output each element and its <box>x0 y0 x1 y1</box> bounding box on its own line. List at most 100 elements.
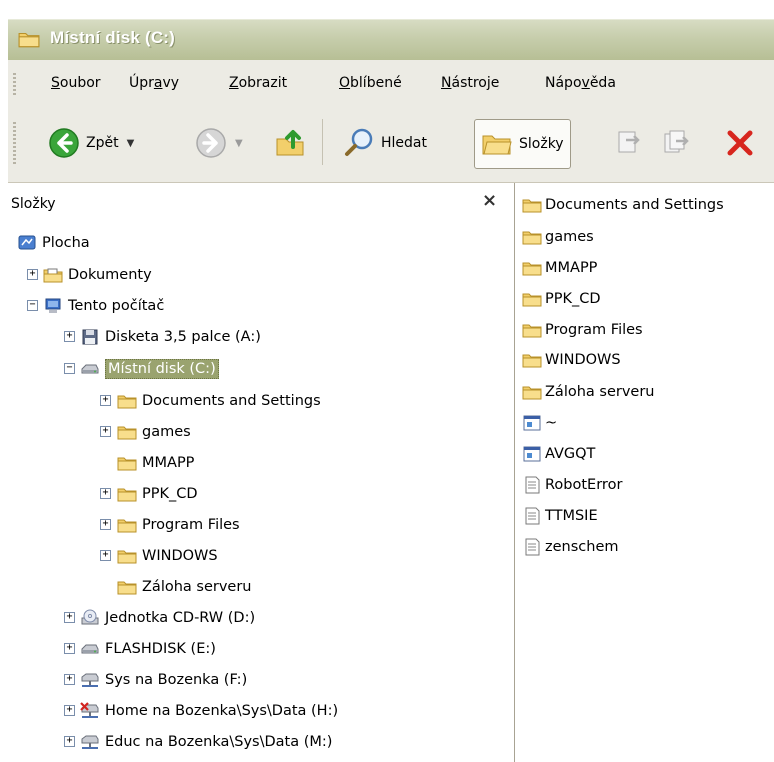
expand-plus-icon[interactable]: + <box>27 269 38 280</box>
menu-view[interactable]: Zobrazit <box>229 75 287 91</box>
menu-favorites[interactable]: Oblíbené <box>339 75 402 91</box>
tree-item-my-computer[interactable]: Tento počítač <box>43 294 164 318</box>
toolbar-grip <box>13 122 16 164</box>
folders-button[interactable]: Složky <box>474 119 571 169</box>
window-title: Místní disk (C:) <box>50 28 176 47</box>
tree-item-label: FLASHDISK (E:) <box>105 641 216 657</box>
computer-icon <box>43 297 63 315</box>
collapse-minus-icon[interactable]: − <box>27 300 38 311</box>
search-button[interactable]: Hledat <box>343 119 427 167</box>
expand-plus-icon[interactable]: + <box>64 705 75 716</box>
tree-item-label: Educ na Bozenka\Sys\Data (M:) <box>105 734 333 750</box>
up-folder-icon <box>276 130 304 156</box>
tree-item-network-drive[interactable]: Sys na Bozenka (F:) <box>80 668 247 692</box>
back-arrow-icon <box>49 128 79 158</box>
tree-item-label: Home na Bozenka\Sys\Data (H:) <box>105 703 339 719</box>
copy-to-icon <box>664 130 689 153</box>
network-drive-icon <box>80 671 100 689</box>
list-item-label: RobotError <box>545 477 623 493</box>
menu-edit[interactable]: Úpravy <box>129 75 179 91</box>
list-item[interactable]: RobotError <box>522 474 622 496</box>
collapse-minus-icon[interactable]: − <box>64 363 75 374</box>
tree-item-folder[interactable]: Documents and Settings <box>117 389 321 413</box>
list-item[interactable]: Program Files <box>522 319 643 341</box>
tree-item-cd-drive[interactable]: Jednotka CD-RW (D:) <box>80 606 255 630</box>
menu-tools[interactable]: Nástroje <box>441 75 499 91</box>
program-file-icon <box>522 414 542 432</box>
expand-plus-icon[interactable]: + <box>64 331 75 342</box>
expand-plus-icon[interactable]: + <box>64 674 75 685</box>
close-icon[interactable]: × <box>482 190 497 211</box>
delete-button[interactable] <box>724 119 756 167</box>
forward-history-dropdown-icon[interactable]: ▼ <box>235 138 243 149</box>
hard-drive-icon <box>80 360 100 378</box>
copy-to-button[interactable] <box>660 119 692 167</box>
tree-item-folder[interactable]: Záloha serveru <box>117 575 252 599</box>
tree-item-label: Program Files <box>142 517 240 533</box>
expand-plus-icon[interactable]: + <box>100 426 111 437</box>
expand-plus-icon[interactable]: + <box>100 519 111 530</box>
expand-plus-icon[interactable]: + <box>64 612 75 623</box>
list-item[interactable]: TTMSIE <box>522 505 598 527</box>
tree-item-network-drive[interactable]: Educ na Bozenka\Sys\Data (M:) <box>80 730 332 754</box>
folder-icon <box>522 290 542 308</box>
tree-item-folder[interactable]: PPK_CD <box>117 482 198 506</box>
tree-item-label: Záloha serveru <box>142 579 252 595</box>
folder-icon <box>117 516 137 534</box>
folders-icon <box>482 135 512 155</box>
tree-item-local-disk-c[interactable]: Místní disk (C:) <box>80 357 219 381</box>
folder-icon <box>522 228 542 246</box>
list-item[interactable]: Documents and Settings <box>522 194 724 216</box>
list-item-label: MMAPP <box>545 260 598 276</box>
tree-item-folder[interactable]: games <box>117 420 191 444</box>
list-item[interactable]: PPK_CD <box>522 288 601 310</box>
expand-plus-icon[interactable]: + <box>64 736 75 747</box>
forward-arrow-icon <box>196 128 226 158</box>
tree-item-floppy-a[interactable]: Disketa 3,5 palce (A:) <box>80 325 261 349</box>
folders-pane-header: Složky × <box>8 183 514 223</box>
search-label: Hledat <box>381 135 427 151</box>
tree-item-desktop[interactable]: Plocha <box>17 231 90 255</box>
list-item[interactable]: games <box>522 226 594 248</box>
list-item[interactable]: AVGQT <box>522 443 595 465</box>
back-history-dropdown-icon[interactable]: ▼ <box>127 138 135 149</box>
list-item-label: Záloha serveru <box>545 384 655 400</box>
file-list-pane: Documents and Settings games MMAPP PPK_C… <box>515 183 774 762</box>
tree-item-label: Tento počítač <box>68 298 165 314</box>
list-item-label: ~ <box>545 415 558 431</box>
tree-item-label: MMAPP <box>142 455 195 471</box>
tree-item-folder[interactable]: WINDOWS <box>117 544 218 568</box>
list-item[interactable]: Záloha serveru <box>522 381 655 403</box>
title-bar[interactable]: Místní disk (C:) <box>0 0 774 61</box>
tree-item-folder[interactable]: Program Files <box>117 513 240 537</box>
back-button[interactable]: Zpět ▼ <box>48 119 134 167</box>
menu-file[interactable]: Soubor <box>51 75 101 91</box>
network-drive-icon <box>80 733 100 751</box>
folder-icon <box>117 547 137 565</box>
menu-help[interactable]: Nápověda <box>545 75 616 91</box>
tree-item-folder[interactable]: MMAPP <box>117 451 194 475</box>
drive-icon <box>18 29 40 49</box>
forward-button[interactable]: ▼ <box>195 119 243 167</box>
expand-plus-icon[interactable]: + <box>100 550 111 561</box>
tree-item-network-drive-disconnected[interactable]: Home na Bozenka\Sys\Data (H:) <box>80 699 338 723</box>
list-item[interactable]: WINDOWS <box>522 349 621 371</box>
list-item-label: WINDOWS <box>545 352 621 368</box>
tree-item-documents[interactable]: Dokumenty <box>43 263 152 287</box>
expand-plus-icon[interactable]: + <box>100 395 111 406</box>
move-to-button[interactable] <box>612 119 644 167</box>
list-item-label: zenschem <box>545 539 619 555</box>
list-item[interactable]: MMAPP <box>522 257 597 279</box>
list-item[interactable]: zenschem <box>522 536 618 558</box>
expand-plus-icon[interactable]: + <box>100 488 111 499</box>
tree-item-label: Documents and Settings <box>142 393 321 409</box>
tree-item-label-selected: Místní disk (C:) <box>105 359 219 379</box>
cd-drive-icon <box>80 609 100 627</box>
folders-pane-title: Složky <box>11 196 56 212</box>
search-icon <box>345 128 373 156</box>
up-folder-button[interactable] <box>274 119 306 167</box>
list-item-label: TTMSIE <box>545 508 598 524</box>
list-item[interactable]: ~ <box>522 412 557 434</box>
expand-plus-icon[interactable]: + <box>64 643 75 654</box>
tree-item-flashdisk[interactable]: FLASHDISK (E:) <box>80 637 216 661</box>
